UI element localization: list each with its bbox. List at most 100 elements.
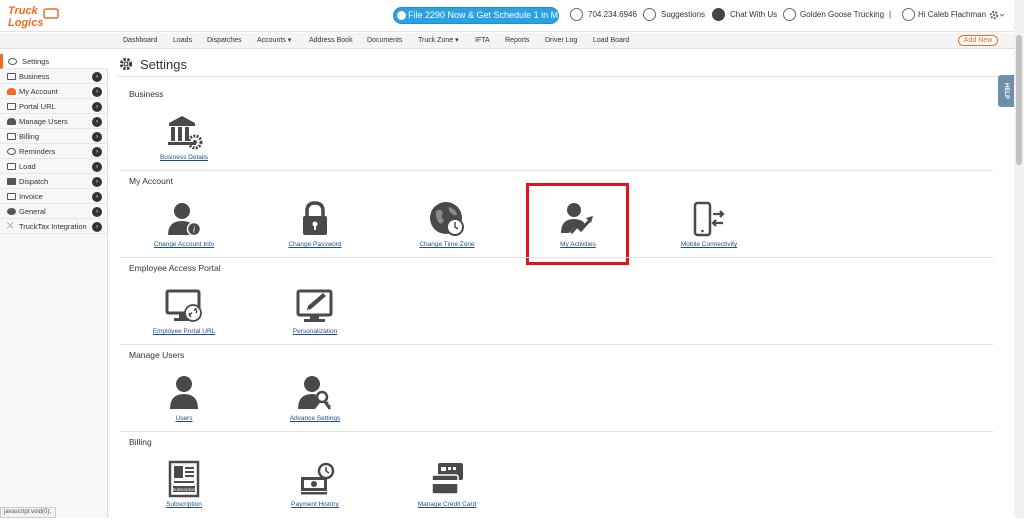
sidebar-item-billing[interactable]: Billing › [0, 129, 108, 144]
sidebar-item-label: Load [19, 162, 36, 171]
scrollbar-thumb[interactable] [1016, 35, 1022, 165]
personalization-tile[interactable]: Personalization [273, 286, 357, 348]
tile-label[interactable]: Advance Settings [273, 415, 357, 423]
gear-icon [8, 58, 17, 65]
tile-label[interactable]: Manage Credit Card [405, 501, 489, 509]
chevron-right-icon[interactable]: › [92, 207, 102, 217]
subscription-document-icon: Subscription [168, 460, 200, 498]
page-title: Settings [140, 57, 187, 72]
settings-title-gear-icon [119, 57, 133, 71]
sidebar-item-trucktax-integration[interactable]: ⤫ TruckTax Integration › [0, 219, 108, 234]
section-title-billing: Billing [129, 437, 152, 447]
mobile-connectivity-tile[interactable]: Mobile Connectivity [667, 199, 751, 261]
nav-dashboard[interactable]: Dashboard [123, 36, 157, 46]
sidebar-item-label: Portal URL [19, 102, 56, 111]
tile-label[interactable]: Business Details [142, 154, 226, 162]
change-account-info-tile[interactable]: i Change Account Info [142, 199, 226, 261]
user-key-icon [298, 376, 331, 410]
change-time-zone-tile[interactable]: Change Time Zone [405, 199, 489, 261]
settings-gear-icon[interactable] [988, 9, 1004, 21]
megaphone-icon [397, 11, 406, 20]
monitor-icon [7, 103, 16, 110]
suggestions-link[interactable]: Suggestions [661, 9, 705, 21]
mobile-sync-icon [693, 201, 725, 237]
sidebar-item-reminders[interactable]: Reminders › [0, 144, 108, 159]
employee-portal-url-tile[interactable]: Employee Portal URL [142, 286, 226, 348]
user-info-icon: i [168, 203, 202, 237]
subscription-icon-text: Subscription [172, 487, 196, 492]
tile-label[interactable]: Payment History [273, 501, 357, 509]
tile-label[interactable]: Change Password [273, 241, 357, 249]
chevron-right-icon[interactable]: › [92, 87, 102, 97]
chevron-right-icon[interactable]: › [92, 72, 102, 82]
tile-label[interactable]: Personalization [273, 328, 357, 336]
help-tab[interactable]: HELP [998, 75, 1014, 107]
manage-credit-card-tile[interactable]: Manage Credit Card [405, 459, 489, 521]
tile-label[interactable]: Subscription [142, 501, 226, 509]
users-icon [7, 118, 16, 125]
chevron-right-icon[interactable]: › [92, 177, 102, 187]
chevron-right-icon[interactable]: › [92, 117, 102, 127]
money-clock-icon [301, 462, 335, 495]
svg-text:Truck: Truck [8, 5, 39, 17]
sidebar-item-portal-url[interactable]: Portal URL › [0, 99, 108, 114]
users-tile[interactable]: Users [142, 373, 226, 435]
tile-label[interactable]: Employee Portal URL [142, 328, 226, 336]
user-greeting[interactable]: Hi Caleb Flachman [918, 9, 986, 21]
chevron-right-icon[interactable]: › [92, 147, 102, 157]
add-new-button[interactable]: Add New [958, 35, 998, 46]
chevron-right-icon[interactable]: › [92, 222, 102, 232]
chevron-right-icon[interactable]: › [92, 192, 102, 202]
sidebar-item-load[interactable]: Load › [0, 159, 108, 174]
globe-clock-icon [430, 202, 464, 236]
truck-icon [7, 163, 16, 170]
nav-load-board[interactable]: Load Board [593, 36, 629, 46]
suggestion-icon [643, 8, 656, 21]
chat-link[interactable]: Chat With Us [730, 9, 777, 21]
credit-card-icon [431, 463, 463, 495]
advance-settings-tile[interactable]: Advance Settings [273, 373, 357, 435]
nav-driver-log[interactable]: Driver Log [545, 36, 577, 46]
sidebar-item-label: Reminders [19, 147, 56, 156]
phone-number[interactable]: 704.234.6946 [588, 9, 637, 21]
sidebar-item-general[interactable]: General › [0, 204, 108, 219]
section-divider [120, 257, 993, 258]
sidebar: Settings Business › My Account › Portal … [0, 54, 108, 518]
tile-label[interactable]: Change Account Info [142, 241, 226, 249]
nav-address-book[interactable]: Address Book [309, 36, 353, 46]
sidebar-item-label: Dispatch [19, 177, 49, 186]
chevron-right-icon[interactable]: › [92, 102, 102, 112]
business-details-tile[interactable]: Business Details [142, 112, 226, 174]
nav-accounts[interactable]: Accounts ▾ [257, 36, 291, 46]
change-password-tile[interactable]: Change Password [273, 199, 357, 261]
tile-label[interactable]: Change Time Zone [405, 241, 489, 249]
chevron-right-icon[interactable]: › [92, 132, 102, 142]
nav-loads[interactable]: Loads [173, 36, 192, 46]
sidebar-item-manage-users[interactable]: Manage Users › [0, 114, 108, 129]
bank-gear-icon [168, 116, 203, 150]
sidebar-item-invoice[interactable]: Invoice › [0, 189, 108, 204]
promo-button[interactable]: File 2290 Now & Get Schedule 1 in Minute… [393, 7, 559, 24]
nav-truck-zone[interactable]: Truck Zone ▾ [418, 36, 459, 46]
nav-documents[interactable]: Documents [367, 36, 402, 46]
section-title-employee-portal: Employee Access Portal [129, 263, 221, 273]
section-divider [120, 344, 993, 345]
section-divider [120, 431, 993, 432]
sidebar-item-label: My Account [19, 87, 58, 96]
trucklogics-logo[interactable]: Truck Logics [6, 3, 62, 29]
nav-ifta[interactable]: IFTA [475, 36, 490, 46]
sidebar-item-dispatch[interactable]: Dispatch › [0, 174, 108, 189]
tile-label[interactable]: Mobile Connectivity [667, 241, 751, 249]
nav-reports[interactable]: Reports [505, 36, 530, 46]
payment-history-tile[interactable]: Payment History [273, 459, 357, 521]
sidebar-item-label: TruckTax Integration [19, 222, 87, 231]
tile-label[interactable]: Users [142, 415, 226, 423]
company-name[interactable]: Golden Goose Trucking [800, 9, 884, 21]
nav-dispatches[interactable]: Dispatches [207, 36, 242, 46]
building-icon [783, 8, 796, 21]
subscription-tile[interactable]: Subscription Subscription [142, 459, 226, 521]
chevron-right-icon[interactable]: › [92, 162, 102, 172]
sidebar-item-my-account[interactable]: My Account › [0, 84, 108, 99]
sidebar-item-business[interactable]: Business › [0, 69, 108, 84]
sidebar-item-settings[interactable]: Settings [0, 54, 108, 69]
